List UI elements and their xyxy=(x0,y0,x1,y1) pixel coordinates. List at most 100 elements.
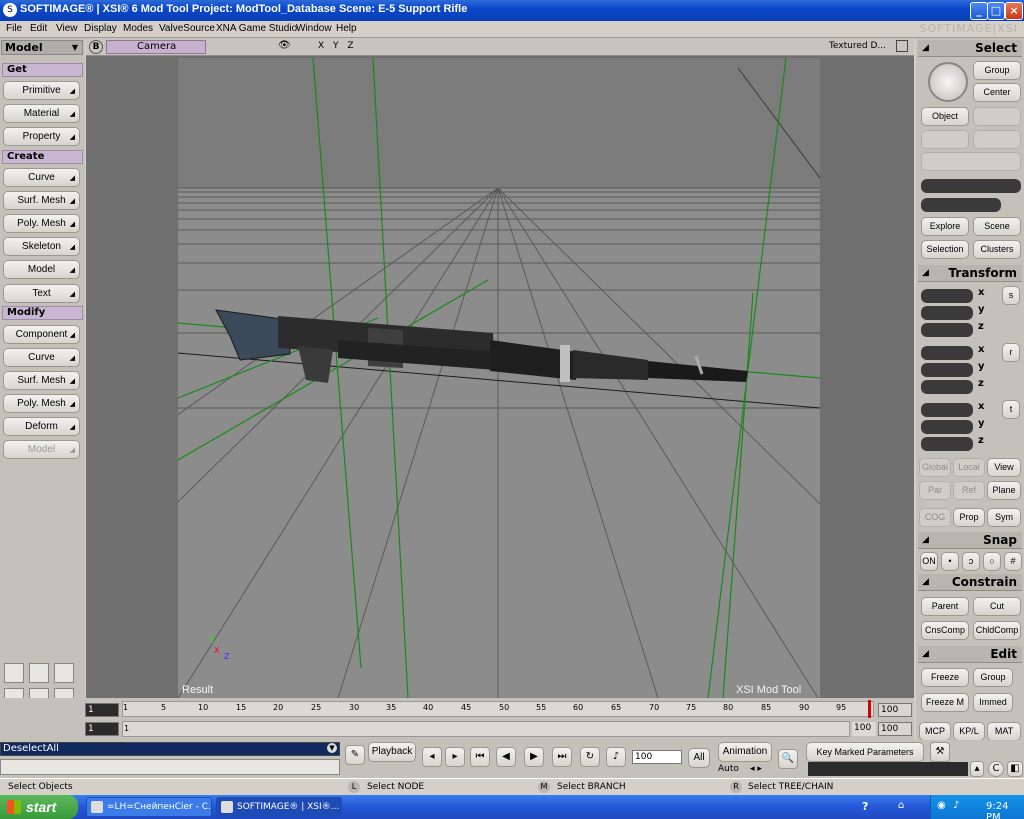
timeline-playhead[interactable] xyxy=(868,700,871,718)
immed-button[interactable]: Immed xyxy=(973,693,1013,712)
snap-point-icon[interactable]: • xyxy=(941,552,959,571)
menu-file[interactable]: File xyxy=(6,23,22,34)
mode-selector[interactable]: Model ▼ xyxy=(1,40,83,55)
start-button[interactable]: start xyxy=(0,795,78,819)
key-nav-icon[interactable]: ◂ ▸ xyxy=(750,764,762,774)
prev-frame-icon[interactable]: ▸ xyxy=(445,747,465,767)
freeze-m-button[interactable]: Freeze M xyxy=(921,693,969,712)
xyz-toggle[interactable]: X Y Z xyxy=(318,41,357,51)
maximize-button[interactable]: □ xyxy=(987,2,1005,20)
timeline-ruler[interactable]: 1 5 10 15 20 25 30 35 40 45 50 55 60 65 … xyxy=(122,701,874,717)
local-button[interactable]: Local xyxy=(953,458,985,477)
taskbar-item-2[interactable]: SOFTIMAGE® | XSI®... xyxy=(216,797,342,817)
select-blank-button[interactable] xyxy=(973,107,1021,126)
snap-grid-icon[interactable]: # xyxy=(1004,552,1022,571)
eye-icon[interactable]: 👁 xyxy=(278,40,291,51)
tray-network-icon[interactable]: ◉ xyxy=(937,800,946,811)
key-set-icon[interactable]: ⚒ xyxy=(930,742,950,762)
select-header[interactable]: ◢ Select xyxy=(918,40,1022,57)
snap-header[interactable]: ◢ Snap xyxy=(918,532,1022,549)
menu-modes[interactable]: Modes xyxy=(123,23,153,34)
global-button[interactable]: Global xyxy=(919,458,951,477)
current-frame-field[interactable]: 100 xyxy=(632,750,682,764)
c-button[interactable]: C xyxy=(988,761,1004,777)
chevron-up-icon[interactable]: ▴ xyxy=(970,761,984,777)
loop-icon[interactable]: ↻ xyxy=(580,747,600,767)
select-object-button[interactable]: Object xyxy=(921,107,969,126)
menu-window[interactable]: Window xyxy=(296,23,332,34)
translate-y-field[interactable] xyxy=(921,420,973,434)
freeze-button[interactable]: Freeze xyxy=(921,668,969,687)
lock-icon[interactable]: ◧ xyxy=(1007,761,1023,777)
modify-poly-mesh-button[interactable]: Poly. Mesh ◢ xyxy=(3,394,80,413)
display-mode-selector[interactable]: Textured D... xyxy=(829,41,886,51)
timeline-start-field[interactable]: 1 xyxy=(85,703,119,717)
timeline-end-field[interactable]: 100 xyxy=(878,703,912,717)
scale-x-field[interactable] xyxy=(921,289,973,303)
timeline-range-bar[interactable]: 1 xyxy=(122,721,850,737)
key-icon[interactable]: 🔍 xyxy=(778,749,798,769)
menu-xna-game-studio[interactable]: XNA Game Studio xyxy=(216,23,297,34)
clusters-button[interactable]: Clusters xyxy=(973,240,1021,259)
layout-split-icon[interactable] xyxy=(29,663,49,683)
get-material-button[interactable]: Material ◢ xyxy=(3,104,80,123)
select-center-button[interactable]: Center xyxy=(973,83,1021,102)
modify-curve-button[interactable]: Curve ◢ xyxy=(3,348,80,367)
edit-group-button[interactable]: Group xyxy=(973,668,1013,687)
modify-deform-button[interactable]: Deform ◢ xyxy=(3,417,80,436)
timeline-end-field-2[interactable]: 100 xyxy=(878,722,912,736)
tray-volume-icon[interactable]: ♪ xyxy=(953,800,959,811)
prev-key-icon[interactable]: ◂ xyxy=(422,747,442,767)
minimize-button[interactable]: _ xyxy=(970,2,988,20)
prop-button[interactable]: Prop xyxy=(953,508,985,527)
rotate-z-field[interactable] xyxy=(921,380,973,394)
rotate-button[interactable]: r xyxy=(1002,343,1020,362)
constrain-header[interactable]: ◢ Constrain xyxy=(918,574,1022,591)
translate-button[interactable]: t xyxy=(1002,400,1020,419)
chevron-down-icon[interactable]: ▼ xyxy=(327,743,337,753)
menu-view[interactable]: View xyxy=(56,23,78,34)
create-curve-button[interactable]: Curve ◢ xyxy=(3,168,80,187)
rotate-y-field[interactable] xyxy=(921,363,973,377)
layout-curve-icon[interactable] xyxy=(4,663,24,683)
get-property-button[interactable]: Property ◢ xyxy=(3,127,80,146)
viewport[interactable]: B Camera 👁 X Y Z Textured D... Result XS… xyxy=(0,38,1019,699)
key-status-field[interactable] xyxy=(808,762,968,776)
snap-on-button[interactable]: ON xyxy=(920,552,938,571)
ref-button[interactable]: Ref xyxy=(953,481,985,500)
select-group-button[interactable]: Group xyxy=(973,61,1021,80)
menu-edit[interactable]: Edit xyxy=(30,23,47,34)
first-frame-icon[interactable]: ⏮ xyxy=(470,747,490,767)
tab-mat[interactable]: MAT xyxy=(987,722,1021,741)
translate-z-field[interactable] xyxy=(921,437,973,451)
all-button[interactable]: All xyxy=(688,748,710,768)
scale-y-field[interactable] xyxy=(921,306,973,320)
play-forward-icon[interactable]: ▶ xyxy=(524,747,544,767)
translate-x-field[interactable] xyxy=(921,403,973,417)
create-poly-mesh-button[interactable]: Poly. Mesh ◢ xyxy=(3,214,80,233)
cut-button[interactable]: Cut xyxy=(973,597,1021,616)
quicklaunch-icon[interactable]: ⌂ xyxy=(898,800,904,811)
audio-icon[interactable]: ♪ xyxy=(606,747,626,767)
viewport-canvas[interactable]: Result XSI Mod Tool Y X Z xyxy=(0,57,1019,699)
par-button[interactable]: Par xyxy=(919,481,951,500)
get-primitive-button[interactable]: Primitive ◢ xyxy=(3,81,80,100)
menu-valvesource[interactable]: ValveSource xyxy=(159,23,215,34)
tab-mcp[interactable]: MCP xyxy=(919,722,951,741)
selection-field-2[interactable] xyxy=(921,198,1001,212)
snap-curve-icon[interactable]: ↄ xyxy=(962,552,980,571)
menu-help[interactable]: Help xyxy=(336,23,357,34)
create-text-button[interactable]: Text ◢ xyxy=(3,284,80,303)
play-backward-icon[interactable]: ◀ xyxy=(496,747,516,767)
scene-button[interactable]: Scene xyxy=(973,217,1021,236)
create-surf-mesh-button[interactable]: Surf. Mesh ◢ xyxy=(3,191,80,210)
select-blank-button-3[interactable] xyxy=(973,130,1021,149)
menu-display[interactable]: Display xyxy=(84,23,117,34)
section-create[interactable]: Create xyxy=(2,150,83,164)
help-icon[interactable]: ? xyxy=(862,800,868,813)
modify-surf-mesh-button[interactable]: Surf. Mesh ◢ xyxy=(3,371,80,390)
scale-z-field[interactable] xyxy=(921,323,973,337)
script-editor-icon[interactable]: ✎ xyxy=(345,745,365,765)
edit-header[interactable]: ◢ Edit xyxy=(918,646,1022,663)
last-frame-icon[interactable]: ⏭ xyxy=(552,747,572,767)
